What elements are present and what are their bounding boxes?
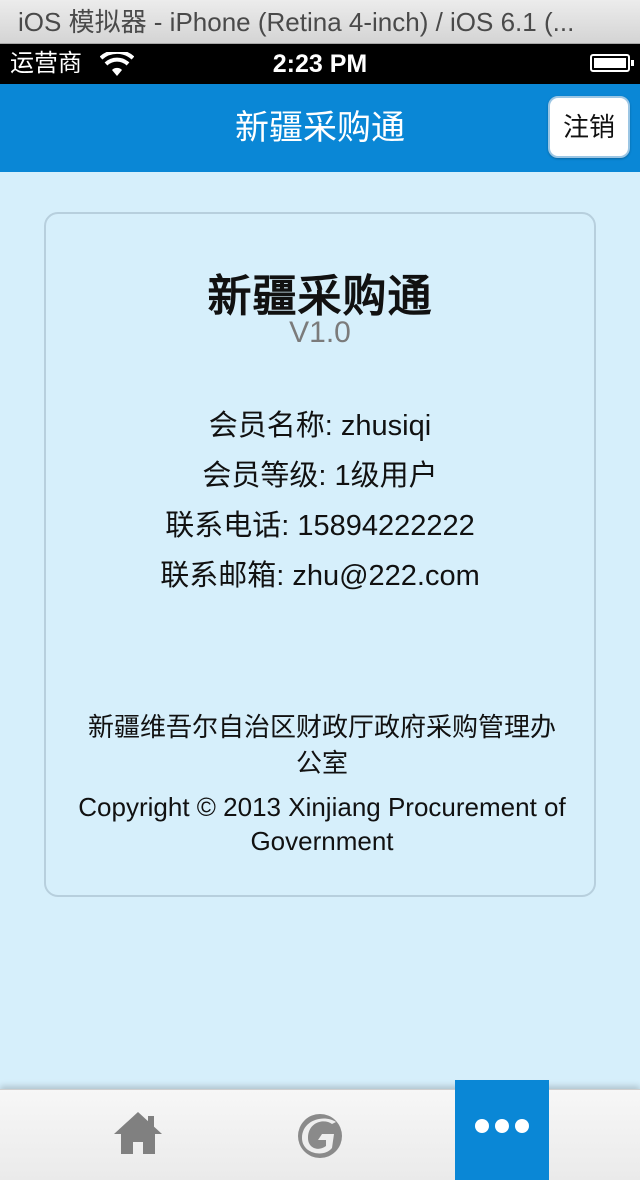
organization-name: 新疆维吾尔自治区财政厅政府采购管理办公室 — [87, 712, 556, 778]
more-icon — [475, 1119, 529, 1133]
member-name: 会员名称: zhusiqi — [208, 410, 432, 442]
tab-home[interactable] — [92, 1090, 184, 1180]
about-panel: 新疆采购通 V1.0 会员名称: zhusiqi 会员等级: 1级用户 联系电话… — [44, 212, 596, 897]
tab-more[interactable] — [455, 1080, 549, 1180]
tab-app[interactable] — [274, 1090, 366, 1180]
battery-icon — [590, 54, 634, 72]
app-version: V1.0 — [289, 316, 351, 349]
contact-email: 联系邮箱: zhu@222.com — [160, 560, 480, 592]
app-name: 新疆采购通 — [207, 272, 433, 321]
app-header: 新疆采购通 注销 — [0, 84, 640, 172]
app-logo-icon — [298, 1114, 342, 1158]
status-time: 2:23 PM — [272, 50, 368, 78]
status-bar: 运营商 2:23 PM — [0, 44, 640, 84]
home-icon — [114, 1112, 162, 1154]
simulator-window-title: iOS 模拟器 - iPhone (Retina 4-inch) / iOS 6… — [0, 0, 640, 44]
member-level: 会员等级: 1级用户 — [202, 460, 438, 492]
copyright-text: Copyright © 2013 Xinjiang Procurement of… — [78, 792, 566, 856]
header-title: 新疆采购通 — [235, 109, 405, 147]
logout-button[interactable]: 注销 — [548, 96, 630, 158]
tab-bar — [0, 1080, 640, 1180]
contact-phone: 联系电话: 15894222222 — [165, 510, 475, 542]
